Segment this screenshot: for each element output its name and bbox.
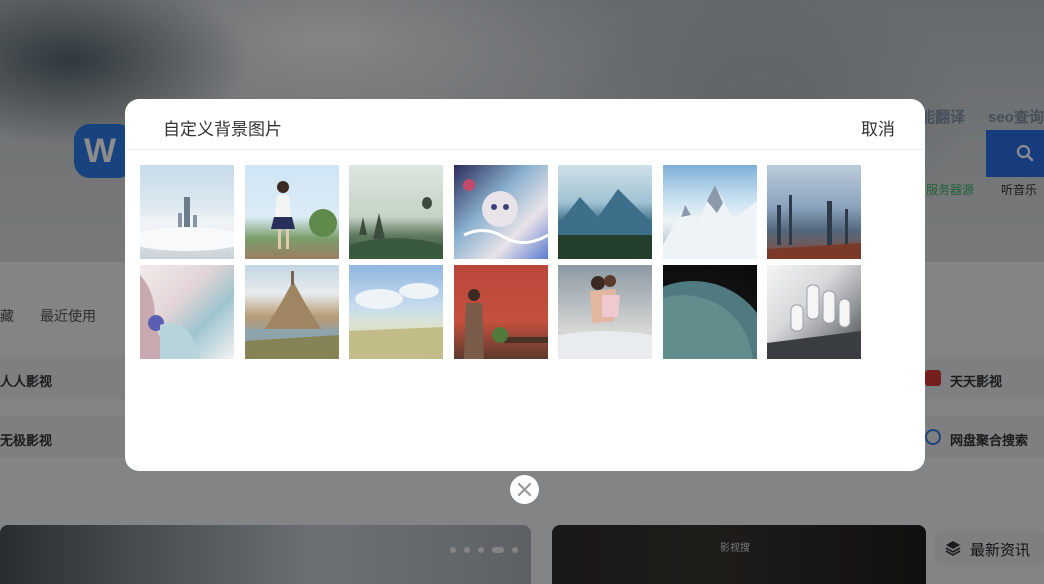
wheat-field-sky-image[interactable] — [349, 265, 443, 359]
planet-image[interactable] — [662, 265, 757, 359]
red-wall-man-image[interactable] — [453, 265, 548, 359]
temples-balloon-image[interactable] — [349, 165, 443, 259]
close-modal-button[interactable] — [510, 475, 539, 504]
robot-hand-image[interactable] — [767, 265, 861, 359]
thumbnail-grid — [140, 165, 870, 359]
cancel-button[interactable]: 取消 — [861, 115, 895, 140]
anime-girl-image[interactable] — [140, 265, 234, 359]
girl-balcony-image[interactable] — [244, 165, 339, 259]
snowy-peaks-image[interactable] — [662, 165, 757, 259]
mont-saint-michel-image[interactable] — [244, 265, 339, 359]
background-picker-modal: 自定义背景图片 取消 — [125, 99, 925, 471]
sci-fi-city-image[interactable] — [767, 165, 861, 259]
anime-illustration-image[interactable] — [453, 165, 548, 259]
city-clouds-image[interactable] — [140, 165, 234, 259]
modal-header: 自定义背景图片 取消 — [125, 99, 925, 150]
modal-title: 自定义背景图片 — [163, 120, 282, 139]
couple-beach-image[interactable] — [558, 265, 652, 359]
close-icon — [517, 482, 532, 497]
mountain-lake-image[interactable] — [558, 165, 652, 259]
